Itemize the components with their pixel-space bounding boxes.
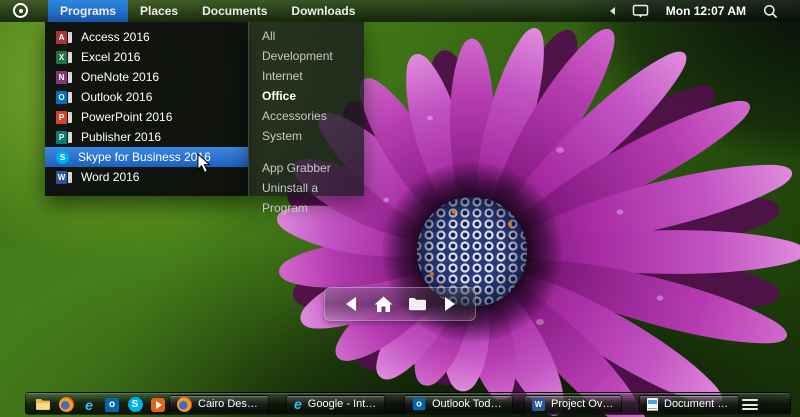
menu-programs[interactable]: Programs [48, 0, 129, 22]
taskbar-window-document[interactable]: Document - W.. [639, 395, 739, 413]
onenote-icon: N [56, 70, 72, 84]
category-system[interactable]: System [249, 126, 364, 146]
word-icon: W [532, 397, 545, 411]
mouse-cursor [197, 153, 211, 173]
skype-for-business-icon: S [56, 150, 69, 164]
program-item-access[interactable]: A Access 2016 [45, 27, 248, 47]
category-development[interactable]: Development [249, 46, 364, 66]
collapse-arrow-icon[interactable] [609, 7, 615, 15]
programs-menu: A Access 2016 X Excel 2016 N OneNote 201… [45, 22, 248, 196]
menu-places[interactable]: Places [128, 0, 190, 22]
category-all[interactable]: All [249, 26, 364, 46]
menu-documents[interactable]: Documents [190, 0, 279, 22]
taskbar-menu-icon[interactable] [741, 397, 759, 412]
powerpoint-icon: P [56, 110, 72, 124]
program-label: OneNote 2016 [81, 70, 160, 84]
program-item-excel[interactable]: X Excel 2016 [45, 47, 248, 67]
display-icon[interactable] [632, 4, 649, 19]
program-item-outlook[interactable]: O Outlook 2016 [45, 87, 248, 107]
cairo-menu-icon[interactable] [13, 3, 28, 18]
taskbar: e o S Cairo Desktop... e Google - Intern… [25, 392, 791, 415]
clock[interactable]: Mon 12:07 AM [666, 4, 746, 18]
program-item-skype-for-business[interactable]: S Skype for Business 2016 [45, 147, 248, 167]
back-arrow-icon[interactable] [343, 296, 359, 312]
program-label: Word 2016 [81, 170, 140, 184]
wordpad-icon [647, 397, 658, 411]
internet-explorer-icon[interactable]: e [81, 397, 97, 413]
taskbar-window-google[interactable]: e Google - Intern... [286, 395, 385, 413]
firefox-icon [177, 396, 192, 412]
program-item-onenote[interactable]: N OneNote 2016 [45, 67, 248, 87]
internet-explorer-icon: e [294, 397, 302, 411]
category-accessories[interactable]: Accessories [249, 106, 364, 126]
home-icon[interactable] [374, 296, 393, 313]
menu-downloads[interactable]: Downloads [279, 0, 367, 22]
search-icon[interactable] [763, 4, 778, 19]
program-label: Excel 2016 [81, 50, 141, 64]
word-icon: W [56, 170, 72, 184]
taskbar-window-outlook-today[interactable]: o Outlook Today... [404, 395, 513, 413]
program-label: Outlook 2016 [81, 90, 153, 104]
program-item-powerpoint[interactable]: P PowerPoint 2016 [45, 107, 248, 127]
forward-arrow-icon[interactable] [442, 296, 458, 312]
category-internet[interactable]: Internet [249, 66, 364, 86]
desktop: Programs Places Documents Downloads Mon … [0, 0, 800, 417]
folder-icon[interactable] [408, 297, 427, 311]
program-item-word[interactable]: W Word 2016 [45, 167, 248, 187]
action-app-grabber[interactable]: App Grabber [249, 158, 364, 178]
excel-icon: X [56, 50, 72, 64]
outlook-icon: o [412, 397, 426, 411]
taskbar-window-project-overview[interactable]: W Project Overvie... [524, 395, 622, 413]
folder-icon[interactable] [35, 397, 51, 413]
firefox-icon[interactable] [58, 397, 74, 413]
access-icon: A [56, 30, 72, 44]
taskbar-window-cairo-desktop[interactable]: Cairo Desktop... [169, 395, 269, 413]
top-menu-bar: Programs Places Documents Downloads Mon … [0, 0, 800, 22]
program-label: Publisher 2016 [81, 130, 162, 144]
skype-icon[interactable]: S [127, 397, 143, 413]
outlook-icon: O [56, 90, 72, 104]
program-label: PowerPoint 2016 [81, 110, 173, 124]
program-item-publisher[interactable]: P Publisher 2016 [45, 127, 248, 147]
desktop-nav-widget [324, 287, 476, 321]
program-label: Skype for Business 2016 [78, 150, 211, 164]
media-player-icon[interactable] [150, 397, 166, 413]
menu-bar-right: Mon 12:07 AM [609, 0, 778, 22]
category-office[interactable]: Office [249, 86, 364, 106]
outlook-icon[interactable]: o [104, 397, 120, 413]
program-label: Access 2016 [81, 30, 150, 44]
menu-items: Programs Places Documents Downloads [48, 0, 367, 22]
categories-menu: All Development Internet Office Accessor… [248, 22, 364, 215]
quick-launch: e o S [35, 393, 166, 416]
category-separator [249, 146, 364, 158]
action-uninstall-a-program[interactable]: Uninstall a Program [249, 178, 364, 215]
publisher-icon: P [56, 130, 72, 144]
